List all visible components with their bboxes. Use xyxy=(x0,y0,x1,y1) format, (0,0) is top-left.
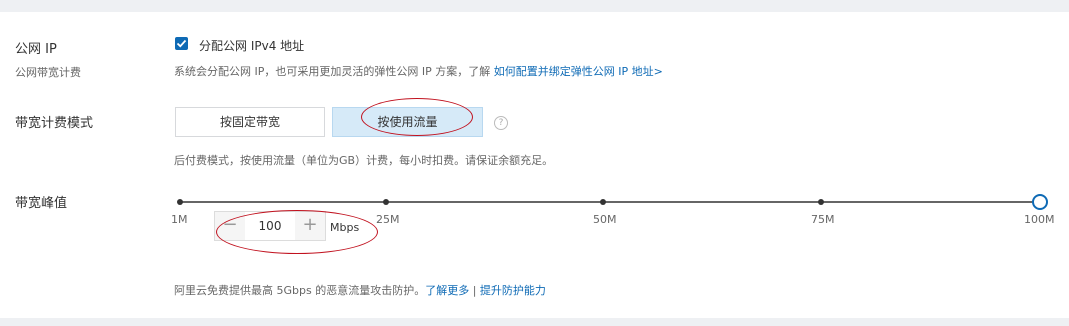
protection-text: 阿里云免费提供最高 5Gbps 的恶意流量攻击防护。 xyxy=(174,284,426,297)
learn-more-link[interactable]: 了解更多 xyxy=(425,284,469,297)
slider-tick-dot xyxy=(177,199,183,205)
slider-tick-dot xyxy=(383,199,389,205)
tick-label-75m: 75M xyxy=(811,213,835,226)
link-separator: | xyxy=(469,284,480,297)
protection-note: 阿里云免费提供最高 5Gbps 的恶意流量攻击防护。了解更多 | 提升防护能力 xyxy=(174,282,546,298)
bandwidth-unit: Mbps xyxy=(330,221,360,234)
bandwidth-stepper: − 100 + xyxy=(214,211,326,241)
tick-label-1m: 1M xyxy=(171,213,188,226)
slider-handle[interactable] xyxy=(1032,194,1048,210)
tick-label-25m: 25M xyxy=(376,213,400,226)
upgrade-protection-link[interactable]: 提升防护能力 xyxy=(480,284,546,297)
tick-label-100m: 100M xyxy=(1024,213,1055,226)
bandwidth-value-input[interactable]: 100 xyxy=(245,212,295,240)
tick-label-50m: 50M xyxy=(593,213,617,226)
bandwidth-slider[interactable] xyxy=(0,0,1069,326)
increment-button[interactable]: + xyxy=(295,212,325,240)
slider-tick-dot xyxy=(818,199,824,205)
slider-tick-dot xyxy=(600,199,606,205)
decrement-button[interactable]: − xyxy=(215,212,245,240)
